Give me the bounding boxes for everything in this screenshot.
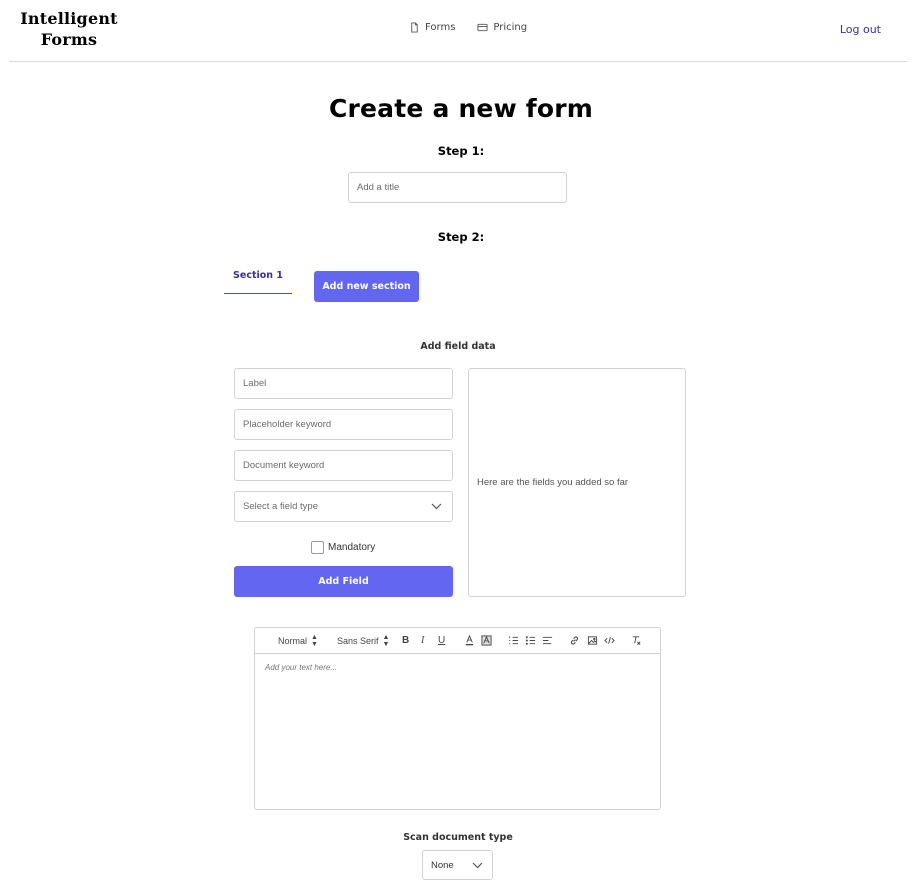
main-nav: Forms Pricing — [409, 22, 527, 33]
code-icon[interactable] — [604, 635, 615, 646]
step-2-label: Step 2: — [437, 230, 485, 244]
scan-document-type-select[interactable]: None — [422, 850, 493, 880]
nav-pricing[interactable]: Pricing — [477, 22, 527, 33]
bold-icon[interactable]: B — [402, 635, 409, 646]
header-picker-value: Normal — [278, 636, 308, 646]
text-color-icon[interactable] — [464, 635, 475, 646]
placeholder-keyword-placeholder: Placeholder keyword — [243, 419, 332, 430]
add-field-button[interactable]: Add Field — [234, 566, 453, 597]
tab-section-1[interactable]: Section 1 — [224, 270, 292, 294]
page-title: Create a new form — [328, 94, 594, 123]
align-icon[interactable] — [542, 635, 553, 646]
nav-pricing-label: Pricing — [493, 22, 528, 33]
mandatory-option: Mandatory — [311, 541, 375, 554]
font-picker-value: Sans Serif — [337, 636, 379, 646]
nav-forms-label: Forms — [425, 22, 456, 33]
logout-link[interactable]: Log out — [840, 23, 881, 36]
logo[interactable]: Intelligent Forms — [14, 8, 124, 50]
link-icon[interactable] — [569, 635, 580, 646]
mandatory-label: Mandatory — [328, 542, 376, 553]
editor-text-area[interactable]: Add your text here... — [265, 663, 337, 672]
form-title-placeholder: Add a title — [357, 182, 400, 193]
chevron-down-icon — [431, 503, 442, 510]
add-new-section-button[interactable]: Add new section — [314, 271, 419, 302]
document-keyword-placeholder: Document keyword — [243, 460, 325, 471]
bullet-list-icon[interactable] — [525, 635, 536, 646]
nav-forms[interactable]: Forms — [409, 22, 455, 33]
document-keyword-input[interactable]: Document keyword — [234, 450, 453, 481]
mandatory-checkbox[interactable] — [311, 541, 324, 554]
placeholder-keyword-input[interactable]: Placeholder keyword — [234, 409, 453, 440]
add-field-data-heading: Add field data — [420, 341, 496, 352]
label-placeholder: Label — [243, 378, 267, 389]
picker-arrows-icon: ▲ ▼ — [382, 634, 390, 648]
italic-icon[interactable]: I — [421, 635, 424, 646]
added-fields-panel: Here are the fields you added so far — [468, 368, 686, 597]
logo-line-2: Forms — [40, 30, 98, 49]
top-header: Intelligent Forms Forms Pricing Log out — [0, 0, 922, 62]
ordered-list-icon[interactable] — [508, 635, 519, 646]
label-input[interactable]: Label — [234, 368, 453, 399]
background-color-icon[interactable] — [481, 635, 492, 646]
field-type-value: Select a field type — [243, 501, 318, 512]
scan-document-type-heading: Scan document type — [403, 832, 513, 843]
field-type-select[interactable]: Select a field type — [234, 491, 453, 522]
font-picker[interactable]: Sans Serif ▲ ▼ — [337, 634, 389, 648]
picker-arrows-icon: ▲ ▼ — [311, 634, 318, 648]
form-title-input[interactable]: Add a title — [348, 172, 567, 203]
chevron-down-icon — [472, 862, 483, 868]
image-icon[interactable] — [587, 635, 598, 646]
clear-format-icon[interactable] — [631, 635, 642, 646]
step-1-label: Step 1: — [437, 144, 485, 158]
header-picker[interactable]: Normal ▲ ▼ — [278, 634, 318, 648]
header-divider — [9, 61, 907, 62]
rich-text-editor: Normal ▲ ▼ Sans Serif ▲ ▼ B I U Add your… — [254, 627, 661, 810]
logo-line-1: Intelligent — [20, 9, 118, 28]
credit-card-icon — [477, 23, 488, 32]
added-fields-empty-text: Here are the fields you added so far — [477, 477, 629, 488]
file-icon — [411, 22, 418, 33]
scan-document-type-value: None — [431, 859, 454, 871]
underline-icon[interactable]: U — [438, 635, 445, 646]
editor-toolbar: Normal ▲ ▼ Sans Serif ▲ ▼ B I U — [255, 628, 660, 654]
